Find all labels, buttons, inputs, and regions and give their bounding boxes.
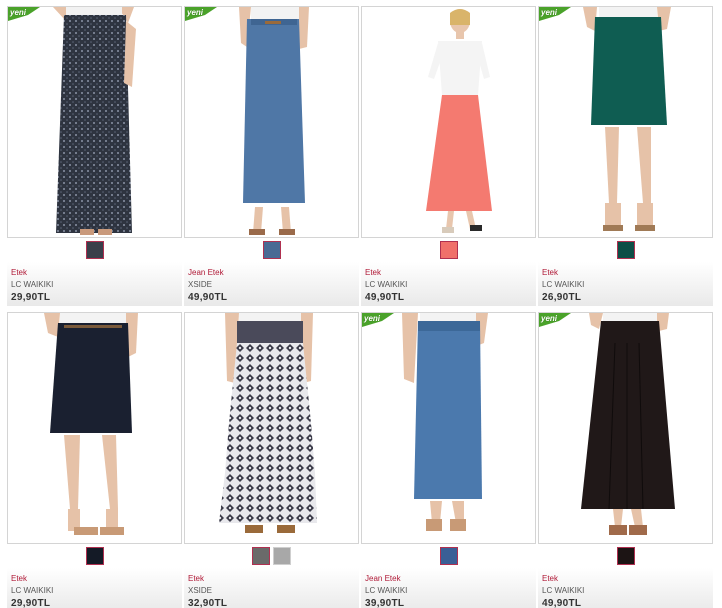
product-brand: XSIDE [188,586,213,595]
product-image[interactable]: yeni [361,312,536,544]
product-category[interactable]: Jean Etek [365,574,536,584]
product-image[interactable]: yeni [538,6,713,238]
new-badge: yeni [539,313,571,329]
color-swatch[interactable] [85,241,104,259]
color-swatches [361,239,536,261]
product-info: Etek XSIDE 32,90TL [184,568,359,608]
product-photo [239,7,309,235]
product-info: Etek LC WAIKIKI 26,90TL [538,262,713,306]
color-swatches [184,239,359,261]
color-swatch[interactable] [616,547,635,565]
color-swatches [184,545,359,567]
product-price: 49,90TL [542,598,582,608]
product-category[interactable]: Etek [11,268,182,278]
product-photo [402,313,488,531]
product-photo [581,313,675,535]
new-badge: yeni [539,7,571,23]
product-photo [53,7,136,235]
color-swatch[interactable] [439,241,458,259]
product-info: Jean Etek LC WAIKIKI 39,90TL [361,568,536,608]
product-brand: LC WAIKIKI [365,586,408,595]
product-image[interactable] [184,312,359,544]
product-grid: yeni Etek LC WAIKIKI 29,90TL yeni Jean E… [0,0,722,608]
product-brand: LC WAIKIKI [365,280,408,289]
color-swatches [538,545,713,567]
product-brand: LC WAIKIKI [542,586,585,595]
product-price: 29,90TL [11,292,51,303]
product-image[interactable]: yeni [538,312,713,544]
product-brand: LC WAIKIKI [11,586,54,595]
product-price: 26,90TL [542,292,582,303]
color-swatch[interactable] [439,547,458,565]
product-category[interactable]: Etek [11,574,182,584]
product-photo [219,313,317,533]
product-price: 29,90TL [11,598,51,608]
product-brand: XSIDE [188,280,213,289]
color-swatch[interactable] [616,241,635,259]
product-photo [426,9,492,233]
product-category[interactable]: Etek [542,574,713,584]
color-swatches [7,545,182,567]
product-price: 49,90TL [365,292,405,303]
color-swatch[interactable] [85,547,104,565]
product-brand: LC WAIKIKI [11,280,54,289]
product-price: 39,90TL [365,598,405,608]
product-photo [583,7,671,231]
product-price: 32,90TL [188,598,228,608]
product-image[interactable] [361,6,536,238]
color-swatch[interactable] [273,547,291,565]
new-badge: yeni [185,7,217,23]
product-category[interactable]: Etek [365,268,536,278]
color-swatches [7,239,182,261]
product-category[interactable]: Etek [542,268,713,278]
product-image[interactable]: yeni [7,6,182,238]
product-info: Etek LC WAIKIKI 49,90TL [538,568,713,608]
product-image[interactable] [7,312,182,544]
product-category[interactable]: Etek [188,574,359,584]
product-info: Etek LC WAIKIKI 29,90TL [7,262,182,306]
product-image[interactable]: yeni [184,6,359,238]
product-info: Etek LC WAIKIKI 29,90TL [7,568,182,608]
product-category[interactable]: Jean Etek [188,268,359,278]
product-info: Etek LC WAIKIKI 49,90TL [361,262,536,306]
new-badge: yeni [8,7,40,23]
product-info: Jean Etek XSIDE 49,90TL [184,262,359,306]
color-swatches [361,545,536,567]
new-badge: yeni [362,313,394,329]
product-brand: LC WAIKIKI [542,280,585,289]
color-swatch[interactable] [262,241,281,259]
color-swatches [538,239,713,261]
product-price: 49,90TL [188,292,228,303]
color-swatch[interactable] [252,547,270,565]
product-photo [44,313,138,535]
